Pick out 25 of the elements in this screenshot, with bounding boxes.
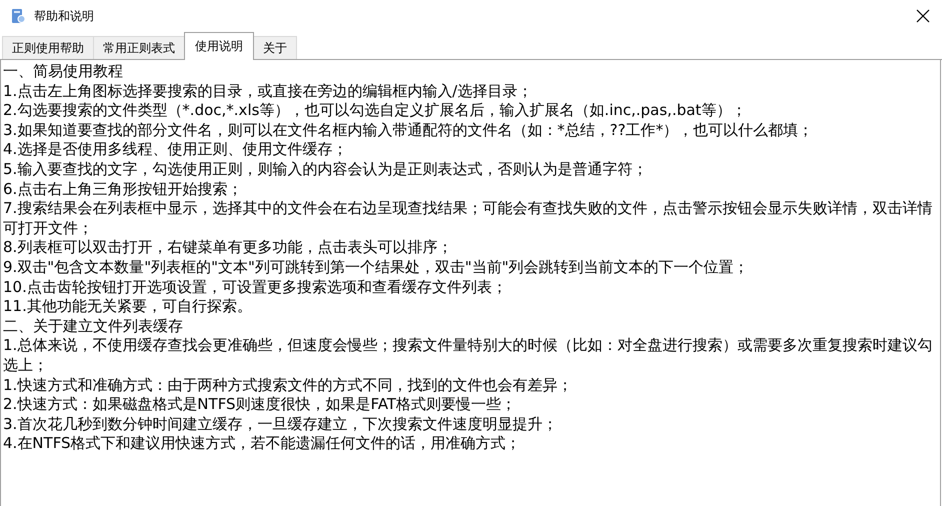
help-line: 8.列表框可以双击打开，右键菜单有更多功能，点击表头可以排序； — [3, 238, 454, 258]
help-line: 10.点击齿轮按钮打开选项设置，可设置更多搜索选项和查看缓存文件列表； — [3, 278, 508, 298]
tab[interactable]: 正则使用帮助 — [2, 36, 94, 59]
help-line: 1.快速方式和准确方式：由于两种方式搜索文件的方式不同，找到的文件也会有差异； — [3, 376, 574, 396]
tab[interactable]: 常用正则表式 — [93, 36, 185, 59]
help-line: 1.总体来说，不使用缓存查找会更准确些，但速度会慢些；搜索文件量特别大的时候（比如：对全盘进行搜索）或需要多次重复搜索时建议勾选上； — [3, 336, 934, 376]
app-icon — [10, 8, 26, 24]
help-line: 11.其他功能无关紧要，可自行探索。 — [3, 297, 253, 317]
help-line: 6.点击右上角三角形按钮开始搜索； — [3, 180, 244, 200]
help-line: 4.在NTFS格式下和建议用快速方式，若不能遗漏任何文件的话，用准确方式； — [3, 434, 522, 454]
help-line: 5.输入要查找的文字，勾选使用正则，则输入的内容会认为是正则表达式，否则认为是普通字符； — [3, 160, 648, 180]
help-line: 4.选择是否使用多线程、使用正则、使用文件缓存； — [3, 140, 348, 160]
help-line: 9.双击"包含文本数量"列表框的"文本"列可跳转到第一个结果处，双击"当前"列会跳转到当前文本的下一个位置； — [3, 258, 750, 278]
help-line: 7.搜索结果会在列表框中显示，选择其中的文件会在右边呈现查找结果；可能会有查找失败的文件，点击警示按钮会显示失败详情，双击详情可打开文件； — [3, 199, 934, 238]
help-line: 2.勾选要搜索的文件类型（*.doc,*.xls等），也可以勾选自定义扩展名后，输入扩展名（如.inc,.pas,.bat等）； — [3, 101, 748, 121]
help-line: 2.快速方式：如果磁盘格式是NTFS则速度很快，如果是FAT格式则要慢一些； — [3, 395, 518, 415]
help-line: 1.点击左上角图标选择要搜索的目录，或直接在旁边的编辑框内输入/选择目录； — [3, 82, 534, 102]
window-title: 帮助和说明 — [34, 8, 95, 24]
help-line: 一、简易使用教程 — [3, 62, 124, 82]
help-line: 3.如果知道要查找的部分文件名，则可以在文件名框内输入带通配符的文件名（如：*总结，??工作*），也可以什么都填； — [3, 120, 814, 140]
help-line: 3.首次花几秒到数分钟时间建立缓存，一旦缓存建立，下次搜索文件速度明显提升； — [3, 414, 558, 434]
close-icon[interactable] — [916, 9, 930, 23]
tab[interactable]: 使用说明 — [184, 32, 254, 60]
help-line: 二、关于建立文件列表缓存 — [3, 316, 184, 336]
tab[interactable]: 关于 — [253, 36, 297, 59]
